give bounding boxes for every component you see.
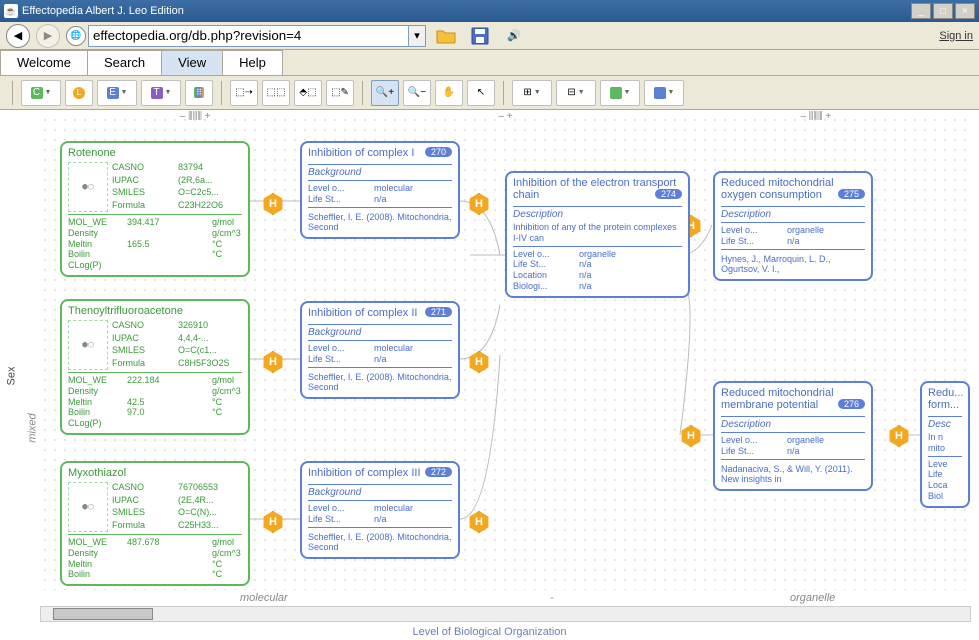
maximize-button[interactable]: □: [933, 3, 953, 19]
tool-multi[interactable]: ⠿: [185, 80, 213, 106]
window-title: Effectopedia Albert J. Leo Edition: [22, 5, 184, 17]
tool-test[interactable]: T▼: [141, 80, 181, 106]
node-chemical-myxothiazol[interactable]: Myxothiazol ⬢⬡ CASNO76706553 IUPAC(2E,4R…: [60, 461, 250, 586]
tool-chemical[interactable]: C▼: [21, 80, 61, 106]
java-icon: ☕: [4, 4, 18, 18]
hex-link[interactable]: H: [888, 425, 910, 447]
tool-effect[interactable]: E▼: [97, 80, 137, 106]
titlebar: ☕ Effectopedia Albert J. Leo Edition _ □…: [0, 0, 979, 22]
pointer-button[interactable]: ↖: [467, 80, 495, 106]
node-effect-274[interactable]: Inhibition of the electron transport cha…: [505, 171, 690, 298]
hex-link[interactable]: H: [262, 193, 284, 215]
tab-view[interactable]: View: [161, 50, 223, 75]
tab-search[interactable]: Search: [87, 50, 162, 75]
hex-link[interactable]: H: [262, 351, 284, 373]
node-effect-partial[interactable]: Redu... form... Desc In n mito Leve Life…: [920, 381, 970, 508]
x-tick-molecular: molecular: [240, 592, 288, 604]
node-effect-271[interactable]: Inhibition of complex II271 Background L…: [300, 301, 460, 399]
y-axis-label: Sex: [5, 366, 17, 385]
diagram-canvas[interactable]: Rotenone ⬢⬡ CASNO83794 IUPAC(2R,6a... SM…: [40, 115, 971, 590]
tab-welcome[interactable]: Welcome: [0, 50, 88, 75]
workspace: Sex mixed – ⫼⫼⫼ +– +– ⫼⫼⫼ + Rotenone ⬢⬡ …: [0, 110, 979, 640]
node-effect-275[interactable]: Reduced mitochondrial oxygen consumption…: [713, 171, 873, 281]
horizontal-scrollbar[interactable]: [40, 606, 971, 622]
tab-bar: Welcome Search View Help: [0, 50, 979, 76]
zoom-in-button[interactable]: 🔍+: [371, 80, 399, 106]
y-axis-sublabel: mixed: [27, 414, 39, 443]
hex-link[interactable]: H: [468, 351, 490, 373]
hex-link[interactable]: H: [468, 193, 490, 215]
url-input[interactable]: [88, 25, 408, 47]
tool-link3[interactable]: ⬘⬚: [294, 80, 322, 106]
layout-button-2[interactable]: ⊟▼: [556, 80, 596, 106]
save-button[interactable]: [466, 25, 494, 47]
layout-button-4[interactable]: ▼: [644, 80, 684, 106]
scrollbar-thumb[interactable]: [53, 608, 153, 620]
zoom-out-button[interactable]: 🔍−: [403, 80, 431, 106]
structure-icon: ⬢⬡: [68, 162, 108, 212]
layout-button-3[interactable]: ▼: [600, 80, 640, 106]
open-folder-button[interactable]: [432, 25, 460, 47]
node-chemical-rotenone[interactable]: Rotenone ⬢⬡ CASNO83794 IUPAC(2R,6a... SM…: [60, 141, 250, 277]
tab-help[interactable]: Help: [222, 50, 283, 75]
sound-button[interactable]: 🔊: [500, 25, 528, 47]
hex-link[interactable]: H: [468, 511, 490, 533]
url-dropdown[interactable]: ▾: [408, 25, 426, 47]
structure-icon: ⬢⬡: [68, 482, 108, 532]
node-effect-276[interactable]: Reduced mitochondrial membrane potential…: [713, 381, 873, 491]
navbar: ◀ ▶ 🌐 ▾ 🔊 Sign in: [0, 22, 979, 50]
hex-link[interactable]: H: [680, 425, 702, 447]
tool-link4[interactable]: ⬚✎: [326, 80, 354, 106]
forward-button[interactable]: ▶: [36, 24, 60, 48]
minimize-button[interactable]: _: [911, 3, 931, 19]
back-button[interactable]: ◀: [6, 24, 30, 48]
structure-icon: ⬢⬡: [68, 320, 108, 370]
signin-link[interactable]: Sign in: [939, 30, 973, 42]
pan-button[interactable]: ✋: [435, 80, 463, 106]
hex-link[interactable]: H: [262, 511, 284, 533]
node-effect-272[interactable]: Inhibition of complex III272 Background …: [300, 461, 460, 559]
node-effect-270[interactable]: Inhibition of complex I270 Background Le…: [300, 141, 460, 239]
node-chemical-ttfa[interactable]: Thenoyltrifluoroacetone ⬢⬡ CASNO326910 I…: [60, 299, 250, 435]
view-toolbar: C▼ L E▼ T▼ ⠿ ⬚➝ ⬚⬚ ⬘⬚ ⬚✎ 🔍+ 🔍− ✋ ↖ ⊞▼ ⊟▼…: [0, 76, 979, 110]
globe-icon: 🌐: [66, 26, 86, 46]
x-axis-label: Level of Biological Organization: [412, 626, 566, 638]
x-tick-dash: -: [550, 592, 554, 604]
x-tick-organelle: organelle: [790, 592, 835, 604]
tool-link[interactable]: L: [65, 80, 93, 106]
tool-link2[interactable]: ⬚⬚: [262, 80, 290, 106]
layout-button-1[interactable]: ⊞▼: [512, 80, 552, 106]
close-button[interactable]: ×: [955, 3, 975, 19]
tool-link1[interactable]: ⬚➝: [230, 80, 258, 106]
